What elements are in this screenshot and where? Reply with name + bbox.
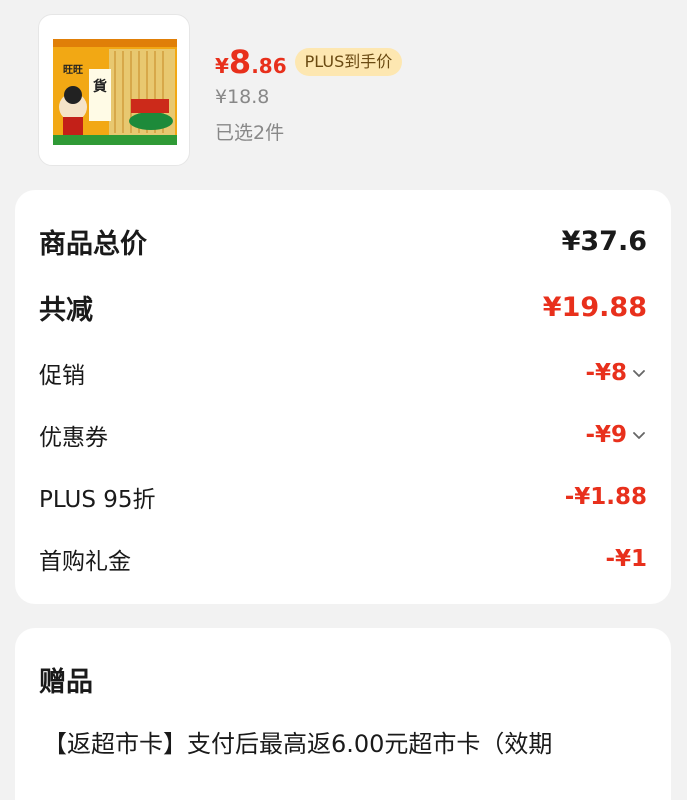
first-purchase-gift-label: 首购礼金 — [39, 549, 131, 575]
price-decimal: .86 — [251, 54, 287, 78]
price-summary-card: 商品总价 ¥37.6 共减 ¥19.88 促销 -¥8 优惠券 -¥9 PLUS… — [15, 190, 671, 604]
product-image: 貨 旺旺 — [53, 39, 177, 145]
gift-description[interactable]: 【返超市卡】支付后最高返6.00元超市卡（效期 — [43, 724, 552, 759]
total-price-value: ¥37.6 — [561, 226, 647, 257]
product-thumbnail[interactable]: 貨 旺旺 — [38, 14, 190, 166]
promotion-label: 促销 — [39, 363, 85, 389]
price-row: ¥ 8 .86 PLUS到手价 — [215, 42, 403, 82]
total-reduction-label: 共减 — [39, 295, 93, 326]
svg-text:旺旺: 旺旺 — [63, 64, 83, 76]
coupon-row[interactable]: 优惠券 -¥9 — [39, 418, 647, 452]
plus-price-badge: PLUS到手价 — [294, 48, 403, 76]
chevron-down-icon[interactable] — [631, 365, 647, 381]
product-summary: 貨 旺旺 ¥ 8 .86 PLUS到手价 ¥18.8 已选2件 — [38, 14, 687, 166]
plus-discount-value: -¥1.88 — [564, 484, 647, 510]
chevron-down-icon[interactable] — [631, 427, 647, 443]
gift-card: 赠品 【返超市卡】支付后最高返6.00元超市卡（效期 — [15, 628, 671, 800]
promotion-value: -¥8 — [585, 360, 627, 386]
plus-discount-row: PLUS 95折 -¥1.88 — [39, 480, 647, 514]
price-currency: ¥ — [215, 54, 229, 78]
plus-price: ¥ 8 .86 — [215, 46, 287, 78]
first-purchase-gift-row: 首购礼金 -¥1 — [39, 542, 647, 576]
total-reduction-row: 共减 ¥19.88 — [39, 288, 647, 327]
gift-title: 赠品 — [39, 667, 93, 698]
total-price-row: 商品总价 ¥37.6 — [39, 222, 647, 261]
svg-text:貨: 貨 — [92, 78, 107, 95]
promotion-value-wrap: -¥8 — [585, 360, 647, 386]
plus-discount-label: PLUS 95折 — [39, 487, 156, 513]
coupon-value-wrap: -¥9 — [585, 422, 647, 448]
product-info: ¥ 8 .86 PLUS到手价 ¥18.8 已选2件 — [215, 42, 403, 145]
promotion-row[interactable]: 促销 -¥8 — [39, 356, 647, 390]
first-purchase-gift-value: -¥1 — [605, 546, 647, 572]
total-price-label: 商品总价 — [39, 229, 147, 260]
price-integer: 8 — [228, 43, 252, 81]
coupon-value: -¥9 — [585, 422, 627, 448]
total-reduction-value: ¥19.88 — [542, 292, 647, 323]
selected-count: 已选2件 — [215, 122, 285, 144]
original-price: ¥18.8 — [215, 86, 270, 108]
coupon-label: 优惠券 — [39, 425, 108, 451]
